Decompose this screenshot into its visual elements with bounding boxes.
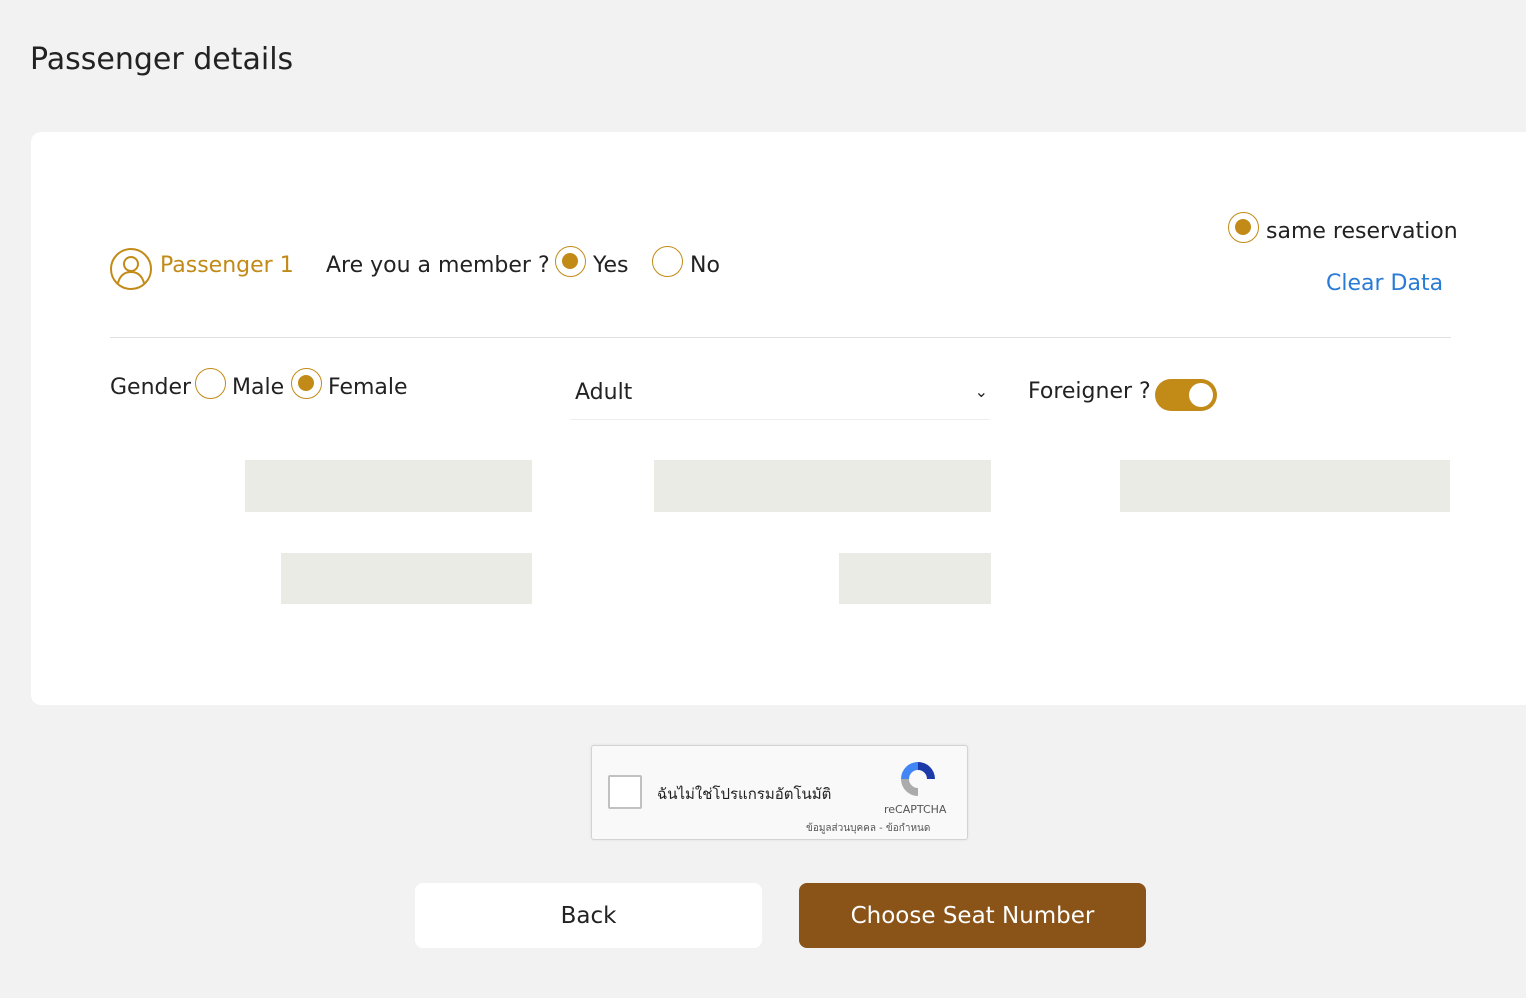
divider	[110, 337, 1451, 338]
member-question: Are you a member ?	[326, 253, 550, 278]
recaptcha-widget: ฉันไม่ใช่โปรแกรมอัตโนมัติ reCAPTCHA ข้อม…	[591, 745, 968, 840]
same-reservation-radio[interactable]	[1228, 212, 1259, 243]
passenger-card: Passenger 1 Are you a member ? Yes No sa…	[31, 132, 1526, 705]
page-title: Passenger details	[30, 42, 294, 77]
choose-seat-button[interactable]: Choose Seat Number	[799, 883, 1146, 948]
recaptcha-checkbox[interactable]	[608, 775, 642, 809]
field-placeholder[interactable]	[839, 553, 991, 604]
foreigner-toggle[interactable]	[1155, 379, 1217, 411]
recaptcha-logo-icon	[901, 762, 935, 796]
passenger-label: Passenger 1	[160, 253, 294, 278]
gender-female-radio[interactable]	[291, 368, 322, 399]
field-placeholder[interactable]	[281, 553, 532, 604]
age-type-select[interactable]: Adult ⌄	[570, 372, 990, 420]
field-placeholder[interactable]	[654, 460, 991, 512]
clear-data-link[interactable]: Clear Data	[1326, 271, 1443, 296]
chevron-down-icon: ⌄	[974, 382, 988, 401]
field-placeholder[interactable]	[245, 460, 532, 512]
gender-male-label: Male	[232, 375, 285, 400]
gender-female-label: Female	[328, 375, 408, 400]
foreigner-label: Foreigner ?	[1028, 379, 1151, 404]
same-reservation-label: same reservation	[1266, 219, 1458, 244]
member-no-label: No	[690, 253, 720, 278]
user-icon	[110, 248, 152, 290]
recaptcha-brand: reCAPTCHA	[884, 803, 947, 816]
gender-label: Gender	[110, 375, 192, 400]
recaptcha-links[interactable]: ข้อมูลส่วนบุคคล - ข้อกำหนด	[806, 821, 930, 836]
member-no-radio[interactable]	[652, 246, 683, 277]
recaptcha-label: ฉันไม่ใช่โปรแกรมอัตโนมัติ	[657, 785, 832, 803]
member-yes-label: Yes	[593, 253, 629, 278]
field-placeholder[interactable]	[1120, 460, 1450, 512]
gender-male-radio[interactable]	[195, 368, 226, 399]
member-yes-radio[interactable]	[555, 246, 586, 277]
age-type-value: Adult	[575, 380, 633, 405]
back-button[interactable]: Back	[415, 883, 762, 948]
